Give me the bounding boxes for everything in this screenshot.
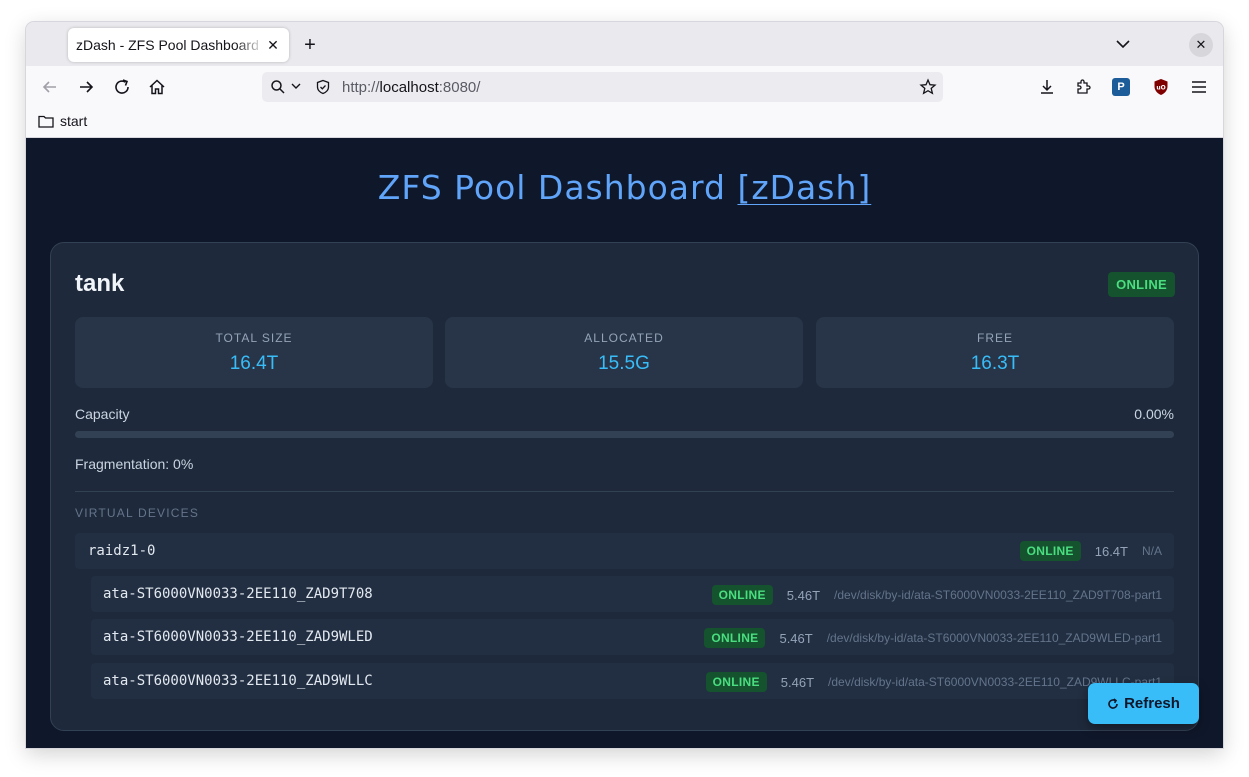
new-tab-icon[interactable]: +	[300, 35, 320, 55]
chevron-down-icon[interactable]	[291, 81, 301, 91]
disk-name: ata-ST6000VN0033-2EE110_ZAD9WLED	[103, 629, 373, 645]
refresh-button[interactable]: Refresh	[1088, 683, 1199, 724]
url-host: localhost	[379, 79, 439, 96]
fragmentation-text: Fragmentation: 0%	[75, 456, 194, 472]
vdev-row: raidz1-0 ONLINE 16.4T N/A	[75, 533, 1174, 569]
disk-status-badge: ONLINE	[705, 672, 767, 692]
bookmark-star-icon[interactable]	[919, 78, 937, 96]
menu-icon[interactable]	[1189, 77, 1209, 97]
tab-title: zDash - ZFS Pool Dashboard	[76, 37, 259, 53]
stat-value: 15.5G	[598, 353, 650, 374]
forward-icon[interactable]	[76, 77, 96, 97]
url-text: http://localhost:8080/	[342, 79, 480, 96]
disk-details: ONLINE 5.46T /dev/disk/by-id/ata-ST6000V…	[704, 628, 1162, 648]
disk-name: ata-ST6000VN0033-2EE110_ZAD9WLLC	[103, 673, 373, 689]
pool-card: tank ONLINE TOTAL SIZE 16.4T ALLOCATED 1…	[50, 242, 1199, 731]
home-icon[interactable]	[147, 77, 167, 97]
disk-size: 5.46T	[780, 674, 815, 690]
back-icon[interactable]	[40, 77, 60, 97]
url-scheme: http://	[342, 79, 380, 96]
window-close-icon[interactable]: ✕	[1189, 33, 1213, 57]
stat-value: 16.4T	[229, 353, 279, 374]
tab-close-icon[interactable]: ✕	[265, 37, 281, 53]
stat-value: 16.3T	[970, 353, 1020, 374]
refresh-icon	[1108, 697, 1118, 709]
pool-name: tank	[75, 270, 125, 297]
vdev-size: 16.4T	[1094, 543, 1128, 559]
stat-label: ALLOCATED	[584, 331, 664, 345]
shield-icon[interactable]	[315, 79, 331, 95]
disk-row: ata-ST6000VN0033-2EE110_ZAD9T708 ONLINE …	[91, 576, 1174, 612]
vdev-status-badge: ONLINE	[1019, 541, 1081, 561]
svg-text:uO: uO	[1156, 85, 1165, 92]
stat-label: FREE	[976, 331, 1013, 345]
reload-icon[interactable]	[112, 77, 132, 97]
disk-path: /dev/disk/by-id/ata-ST6000VN0033-2EE110_…	[834, 588, 1162, 602]
bookmarks-toolbar: start	[26, 108, 1223, 138]
disk-status-badge: ONLINE	[711, 585, 773, 605]
stat-allocated: ALLOCATED 15.5G	[445, 317, 803, 388]
disk-status-badge: ONLINE	[704, 628, 766, 648]
disk-size: 5.46T	[786, 587, 821, 603]
pool-status-badge: ONLINE	[1108, 272, 1175, 297]
extension-p-icon[interactable]: P	[1112, 78, 1130, 96]
page-title-text: ZFS Pool Dashboard	[377, 168, 738, 207]
bookmark-folder-start[interactable]: start	[38, 113, 87, 129]
tab-strip: zDash - ZFS Pool Dashboard ✕ + ✕	[26, 22, 1223, 66]
disk-row: ata-ST6000VN0033-2EE110_ZAD9WLLC ONLINE …	[91, 663, 1174, 699]
navigation-bar: http://localhost:8080/ P uO	[26, 66, 1223, 108]
stat-total-size: TOTAL SIZE 16.4T	[75, 317, 433, 388]
downloads-icon[interactable]	[1037, 77, 1057, 97]
stat-label: TOTAL SIZE	[215, 331, 293, 345]
vdev-details: ONLINE 16.4T N/A	[1019, 541, 1162, 561]
list-tabs-icon[interactable]	[1114, 35, 1132, 53]
browser-tab[interactable]: zDash - ZFS Pool Dashboard ✕	[68, 28, 289, 62]
bookmark-label: start	[60, 113, 88, 129]
url-port: :8080/	[438, 79, 481, 96]
disk-row: ata-ST6000VN0033-2EE110_ZAD9WLED ONLINE …	[91, 619, 1174, 655]
disk-size: 5.46T	[779, 630, 813, 646]
stat-free: FREE 16.3T	[816, 317, 1174, 388]
divider	[75, 491, 1174, 492]
disk-path: /dev/disk/by-id/ata-ST6000VN0033-2EE110_…	[826, 631, 1162, 645]
refresh-label: Refresh	[1124, 695, 1180, 712]
capacity-label: Capacity	[75, 406, 130, 422]
vdev-path: N/A	[1141, 544, 1162, 558]
page-content: ZFS Pool Dashboard [zDash] tank ONLINE T…	[26, 138, 1223, 748]
browser-window: zDash - ZFS Pool Dashboard ✕ + ✕ http://…	[26, 22, 1223, 748]
vdev-name: raidz1-0	[88, 543, 156, 559]
extensions-icon[interactable]	[1073, 77, 1093, 97]
disk-details: ONLINE 5.46T /dev/disk/by-id/ata-ST6000V…	[711, 585, 1162, 605]
capacity-bar	[75, 431, 1174, 438]
disk-name: ata-ST6000VN0033-2EE110_ZAD9T708	[103, 586, 373, 602]
ublock-origin-icon[interactable]: uO	[1151, 77, 1171, 97]
vdevs-heading: VIRTUAL DEVICES	[75, 506, 200, 520]
page-title: ZFS Pool Dashboard [zDash]	[26, 168, 1223, 207]
search-icon[interactable]	[270, 79, 286, 95]
url-bar[interactable]: http://localhost:8080/	[262, 72, 943, 102]
zdash-link[interactable]: [zDash]	[737, 168, 871, 207]
capacity-value: 0.00%	[1134, 406, 1174, 422]
folder-icon	[38, 115, 54, 128]
